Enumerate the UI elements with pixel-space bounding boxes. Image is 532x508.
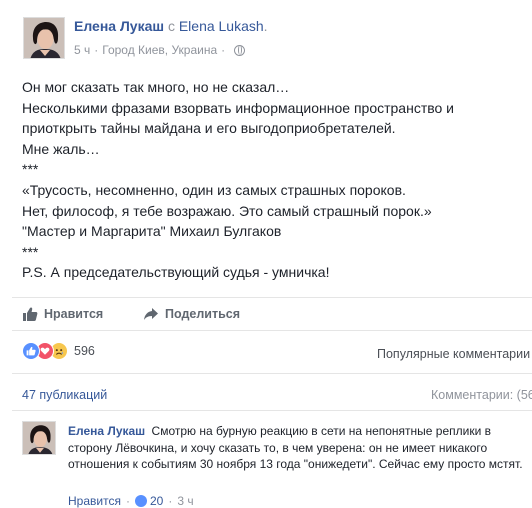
post-location-link[interactable]: Город Киев, Украина [102, 43, 217, 57]
post-line: Несколькими фразами взорвать информацион… [22, 99, 455, 116]
post-meta: 5 ч · Город Киев, Украина · [74, 43, 246, 57]
post-line: P.S. А председательствующий судья - умни… [22, 264, 330, 281]
tagged-suffix: . [263, 18, 268, 34]
post-line: приоткрыть тайны майдана и его выгодопри… [22, 120, 396, 137]
post-author-link[interactable]: Елена Лукаш [74, 18, 164, 34]
like-button[interactable]: Нравится [22, 306, 103, 322]
like-label: Нравится [44, 307, 104, 321]
tagged-user-link[interactable]: Elena Lukash [179, 18, 264, 34]
comment-like-icon [134, 495, 147, 507]
divider [12, 297, 532, 298]
post-line: Он мог сказать так много, но не сказал… [22, 79, 290, 95]
post-text: Он мог сказать так много, но не сказал… … [22, 77, 522, 283]
share-arrow-icon [144, 308, 158, 320]
divider [12, 373, 532, 374]
meta-separator: · [94, 43, 99, 57]
comment-body: Елена Лукаш Смотрю на бурную реакцию в с… [68, 423, 530, 473]
post-card: Елена Лукаш с Elena Lukash. 5 ч · Город … [0, 0, 532, 508]
share-label: Поделиться [165, 307, 241, 321]
author-avatar[interactable] [23, 17, 65, 59]
top-comments-dropdown[interactable]: Популярные комментарии [377, 347, 530, 361]
post-line: Нет, философ, я тебе возражаю. Это самый… [22, 202, 432, 219]
globe-icon[interactable] [234, 44, 246, 56]
reactions-summary[interactable]: 596 [22, 342, 95, 360]
comment-avatar[interactable] [22, 421, 56, 455]
post-line: *** [22, 161, 39, 178]
post-line: Мне жаль… [22, 140, 100, 157]
shares-link[interactable]: 47 публикаций [22, 388, 107, 402]
post-header-title: Елена Лукаш с Elena Lukash. [74, 18, 268, 34]
share-button[interactable]: Поделиться [143, 306, 240, 322]
reactions-count[interactable]: 596 [74, 344, 95, 358]
with-word: с [167, 18, 175, 34]
like-reaction-icon [22, 342, 40, 360]
post-time-link[interactable]: 5 ч [74, 43, 90, 57]
comments-count[interactable]: Комментарии: (56 [431, 388, 532, 402]
post-line: *** [22, 243, 39, 260]
post-line: «Трусость, несомненно, один из самых стр… [22, 181, 406, 198]
thumbs-up-icon [23, 307, 38, 321]
post-line: "Мастер и Маргарита" Михаил Булгаков [22, 223, 282, 240]
divider [12, 410, 532, 411]
divider [12, 330, 532, 331]
comment-author-link[interactable]: Елена Лукаш [68, 424, 145, 438]
meta-separator-2: · [221, 43, 226, 57]
